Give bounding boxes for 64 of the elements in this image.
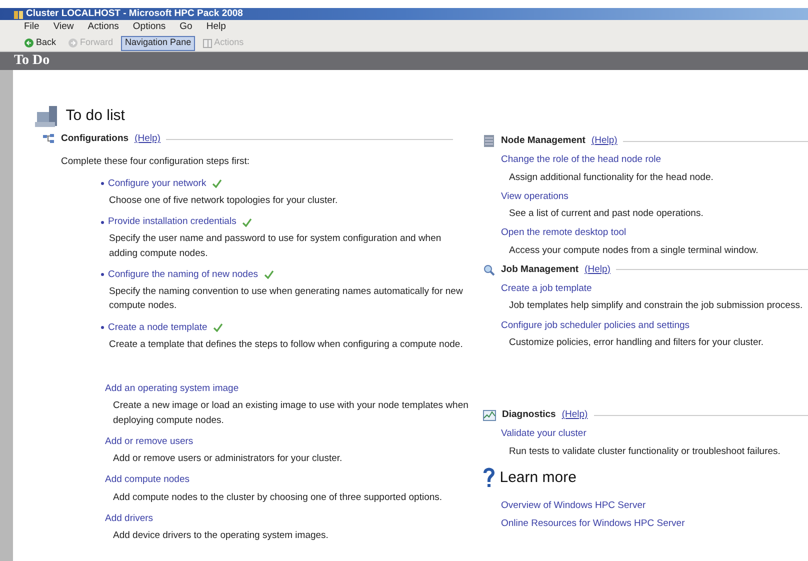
question-mark-icon [483,467,495,489]
server-icon [483,135,495,148]
step-link[interactable]: Configure the naming of new nodes [108,268,258,282]
help-link[interactable]: (Help) [591,134,618,148]
app-icon [14,10,23,18]
resource-link[interactable]: Online Resources for Windows HPC Server [501,516,808,531]
bullet-icon [101,326,104,330]
task-link[interactable]: Add or remove users [105,434,453,449]
bullet-icon [101,182,104,186]
toolbar-button[interactable]: Navigation Pane [121,36,196,50]
task-link[interactable]: Configure job scheduler policies and settings [501,318,808,333]
step-description: Choose one of five network topologies for your cluster. [108,194,339,208]
menu-item[interactable]: Go [180,20,192,35]
section-title: Learn more [500,468,576,488]
step-link[interactable]: Provide installation credentials [108,215,236,230]
help-link[interactable]: (Help) [584,262,610,277]
toolbar-button[interactable]: Back [20,36,60,50]
task-link[interactable]: Create a job template [501,282,808,296]
task-description: Access your compute nodes from a single terminal window. [508,244,760,258]
window-title: Cluster LOCALHOST - Microsoft HPC Pack 2008 [26,8,243,20]
bullet-icon [101,220,104,224]
menu-item[interactable]: Actions [88,20,119,35]
task-link[interactable]: Open the remote desktop tool [501,226,808,240]
page-header: To Do [0,52,808,70]
task-link[interactable]: Change the role of the head node role [501,153,808,168]
intro-text: Complete these four configuration steps first: [61,155,251,170]
menu-item[interactable]: Help [206,20,226,35]
step-link[interactable]: Create a node template [108,320,208,335]
bullet-icon [101,273,104,276]
step-description: Create a template that defines the steps to follow when configuring a compute node. [108,338,464,352]
help-link[interactable]: (Help) [134,132,160,146]
section-title: Configurations [61,132,129,146]
magnifier-icon [483,264,495,276]
resource-link[interactable]: Overview of Windows HPC Server [501,499,808,514]
hierarchy-icon [43,134,55,144]
task-link[interactable]: Add drivers [105,512,453,526]
task-description: See a list of current and past node operations. [508,207,704,221]
task-link[interactable]: Validate your cluster [501,427,808,442]
panel-icon [203,38,212,48]
menu-item[interactable]: Options [132,20,166,35]
task-description: Add device drivers to the operating system images. [112,529,330,543]
back-arrow-icon [24,38,34,48]
task-link[interactable]: View operations [501,190,808,204]
menu-item[interactable]: File [24,20,40,35]
task-description: Assign additional functionality for the head node. [508,170,714,184]
task-link[interactable]: Add compute nodes [105,473,453,488]
step-description: Specify the user name and password to use for system configuration and when adding compute nodes. [108,232,442,260]
task-description: Add compute nodes to the cluster by choosing one of three supported options. [112,490,444,504]
step-link[interactable]: Configure your network [108,176,206,191]
page-title: To do list [66,106,125,126]
section-title: Job Management [501,262,579,277]
task-description: Run tests to validate cluster functionality or troubleshoot failures. [508,444,782,458]
forward-arrow-icon [68,38,78,48]
help-link[interactable]: (Help) [562,408,588,422]
task-description: Customize policies, error handling and filters for your cluster. [508,336,765,350]
menu-item[interactable]: View [53,20,74,35]
task-description: Add or remove users or administrators for your cluster. [112,452,344,466]
section-title: Node Management [501,134,586,148]
step-description: Specify the naming convention to use when generating names automatically for new compute nodes. [108,285,464,314]
task-description: Create a new image or load an existing image to use with your node templates when deploying compute nodes. [112,399,470,428]
task-link[interactable]: Add an operating system image [105,382,453,396]
chart-icon [483,410,496,421]
task-description: Job templates help simplify and constrain the job submission process. [508,299,804,314]
section-title: Diagnostics [502,408,556,422]
